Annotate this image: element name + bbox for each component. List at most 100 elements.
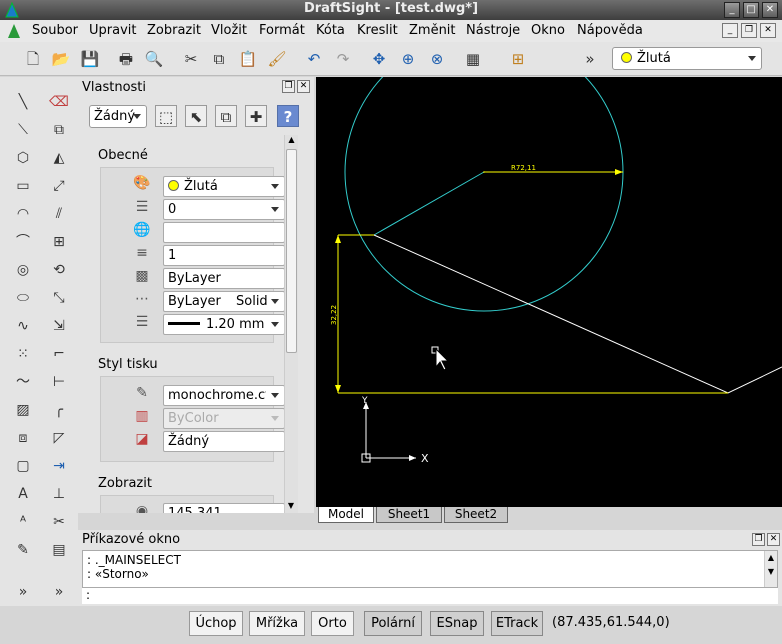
tab-model[interactable]: Model bbox=[318, 507, 374, 523]
menu-upravit[interactable]: Upravit bbox=[89, 23, 136, 38]
menu-zmenit[interactable]: Změnit bbox=[409, 23, 456, 38]
radius-line[interactable] bbox=[373, 171, 485, 236]
properties-scrollbar[interactable]: ▲ ▼ bbox=[284, 135, 298, 513]
mirror-icon[interactable]: ◭ bbox=[48, 147, 70, 169]
menu-okno[interactable]: Okno bbox=[531, 23, 565, 38]
circle-entity[interactable] bbox=[344, 77, 624, 312]
offset-icon[interactable]: ⫽ bbox=[48, 203, 70, 225]
plot-style-field[interactable]: ByColor bbox=[163, 408, 285, 429]
explode-icon[interactable]: ✂ bbox=[48, 511, 70, 533]
fillet-icon[interactable]: ╭ bbox=[48, 399, 70, 421]
region-icon[interactable]: ▢ bbox=[12, 455, 34, 477]
esnap-toggle[interactable]: ESnap bbox=[430, 611, 484, 636]
color-combo[interactable]: Žlutá bbox=[612, 47, 762, 70]
new-file-icon[interactable]: 🗋 bbox=[22, 48, 44, 70]
extend-icon[interactable]: ⊢ bbox=[48, 371, 70, 393]
copy-icon[interactable]: ⧉ bbox=[208, 48, 230, 70]
move-icon[interactable]: ⤢ bbox=[48, 175, 70, 197]
grid-toggle[interactable]: Mřížka bbox=[249, 611, 305, 636]
history-scrollbar[interactable]: ▲ ▼ bbox=[764, 551, 777, 587]
drawing-svg[interactable]: R72,11 32,22 X Y bbox=[316, 77, 782, 507]
print-preview-icon[interactable]: 🔍 bbox=[143, 48, 165, 70]
toggle-pickadd-icon[interactable]: ⧉ bbox=[215, 105, 237, 127]
menu-format[interactable]: Formát bbox=[259, 23, 305, 38]
command-close-icon[interactable]: ✕ bbox=[767, 533, 780, 546]
save-icon[interactable]: 💾 bbox=[79, 48, 101, 70]
tab-sheet1[interactable]: Sheet1 bbox=[376, 507, 442, 523]
trim-icon[interactable]: ⌐ bbox=[48, 343, 70, 365]
linetype-field[interactable]: ByLayer Solid bbox=[163, 291, 285, 312]
open-file-icon[interactable]: 📂 bbox=[50, 48, 72, 70]
circle-icon[interactable]: ◎ bbox=[12, 259, 34, 281]
polygon-icon[interactable]: ⬡ bbox=[12, 147, 34, 169]
stretch-icon[interactable]: ⇲ bbox=[48, 315, 70, 337]
insert-block-icon[interactable]: ⧈ bbox=[12, 427, 34, 449]
panel-float-icon[interactable]: ❐ bbox=[282, 80, 295, 93]
simple-text-icon[interactable]: ᴬ bbox=[12, 511, 34, 533]
menu-nastroje[interactable]: Nástroje bbox=[466, 23, 520, 38]
quick-select-icon[interactable]: ⬚ bbox=[155, 105, 177, 127]
pickadd-plus-icon[interactable]: ✚ bbox=[245, 105, 267, 127]
command-float-icon[interactable]: ❐ bbox=[752, 533, 765, 546]
menu-soubor[interactable]: Soubor bbox=[32, 23, 78, 38]
cut-icon[interactable]: ✂ bbox=[180, 48, 202, 70]
help-icon[interactable]: ? bbox=[277, 105, 299, 127]
select-objects-icon[interactable]: ⬉ bbox=[185, 105, 207, 127]
drawing-canvas[interactable]: R72,11 32,22 X Y bbox=[316, 77, 782, 507]
menu-vlozit[interactable]: Vložit bbox=[211, 23, 247, 38]
scroll-down-icon[interactable]: ▼ bbox=[285, 501, 297, 513]
menu-kota[interactable]: Kóta bbox=[316, 23, 345, 38]
hatch-icon[interactable]: ▨ bbox=[12, 399, 34, 421]
layers-icon[interactable]: ▦ bbox=[462, 48, 484, 70]
pan-icon[interactable]: ✥ bbox=[368, 48, 390, 70]
multiline-text-icon[interactable]: A bbox=[12, 483, 34, 505]
paste-icon[interactable]: 📋 bbox=[237, 48, 259, 70]
minimize-icon[interactable]: _ bbox=[724, 2, 740, 18]
join-icon[interactable]: ⇥ bbox=[48, 455, 70, 477]
snap-toggle[interactable]: Úchop bbox=[189, 611, 243, 636]
array-icon[interactable]: ⊞ bbox=[48, 231, 70, 253]
polar-toggle[interactable]: Polární bbox=[364, 611, 422, 636]
layer-manager-icon[interactable]: ⊞ bbox=[507, 48, 529, 70]
print-icon[interactable]: 🖶 bbox=[115, 48, 137, 70]
infinite-line-icon[interactable]: ⟍ bbox=[12, 119, 34, 141]
selection-combo[interactable]: Žádný bbox=[89, 105, 147, 128]
doc-restore-icon[interactable]: ❐ bbox=[741, 23, 757, 38]
view-center-field[interactable]: 145,341 bbox=[163, 503, 285, 513]
polyline-arc-icon[interactable]: ⌒ bbox=[12, 231, 34, 253]
transparency-field[interactable]: ByLayer bbox=[163, 268, 285, 289]
rectangle-icon[interactable]: ▭ bbox=[12, 175, 34, 197]
panel-close-icon[interactable]: ✕ bbox=[297, 80, 310, 93]
hyperlink-field[interactable] bbox=[163, 222, 285, 243]
menu-napoveda[interactable]: Nápověda bbox=[577, 23, 643, 38]
zoom-window-icon[interactable]: ⊕ bbox=[397, 48, 419, 70]
close-icon[interactable]: ✕ bbox=[762, 2, 778, 18]
lineweight-field[interactable]: 1.20 mm bbox=[163, 314, 285, 335]
command-input[interactable]: : bbox=[82, 588, 778, 604]
redo-icon[interactable]: ↷ bbox=[332, 48, 354, 70]
plot-style-table-field[interactable]: monochrome.ctb bbox=[163, 385, 285, 406]
rotate-icon[interactable]: ⟲ bbox=[48, 259, 70, 281]
point-icon[interactable]: ⁙ bbox=[12, 343, 34, 365]
break-icon[interactable]: ⊥ bbox=[48, 483, 70, 505]
toolbar-overflow-icon[interactable]: » bbox=[579, 48, 601, 70]
etrack-toggle[interactable]: ETrack bbox=[491, 611, 543, 636]
doc-close-icon[interactable]: ✕ bbox=[760, 23, 776, 38]
layer-field[interactable]: 0 bbox=[163, 199, 285, 220]
menu-kreslit[interactable]: Kreslit bbox=[357, 23, 398, 38]
tab-sheet2[interactable]: Sheet2 bbox=[444, 507, 508, 523]
arc-icon[interactable]: ◠ bbox=[12, 203, 34, 225]
sketch-icon[interactable]: ✎ bbox=[12, 539, 34, 561]
erase-icon[interactable]: ⌫ bbox=[48, 91, 70, 113]
undo-icon[interactable]: ↶ bbox=[303, 48, 325, 70]
scroll-thumb[interactable] bbox=[286, 149, 297, 353]
attached-style-field[interactable]: Žádný bbox=[163, 431, 285, 452]
menu-zobrazit[interactable]: Zobrazit bbox=[147, 23, 201, 38]
doc-minimize-icon[interactable]: _ bbox=[722, 23, 738, 38]
linetype-scale-field[interactable]: 1 bbox=[163, 245, 285, 266]
curve-icon[interactable]: 〜 bbox=[12, 371, 34, 393]
maximize-icon[interactable]: □ bbox=[743, 2, 759, 18]
copy-entity-icon[interactable]: ⧉ bbox=[48, 119, 70, 141]
modify-toolbar-more-icon[interactable]: » bbox=[48, 581, 70, 603]
zoom-dynamic-icon[interactable]: ⊗ bbox=[426, 48, 448, 70]
